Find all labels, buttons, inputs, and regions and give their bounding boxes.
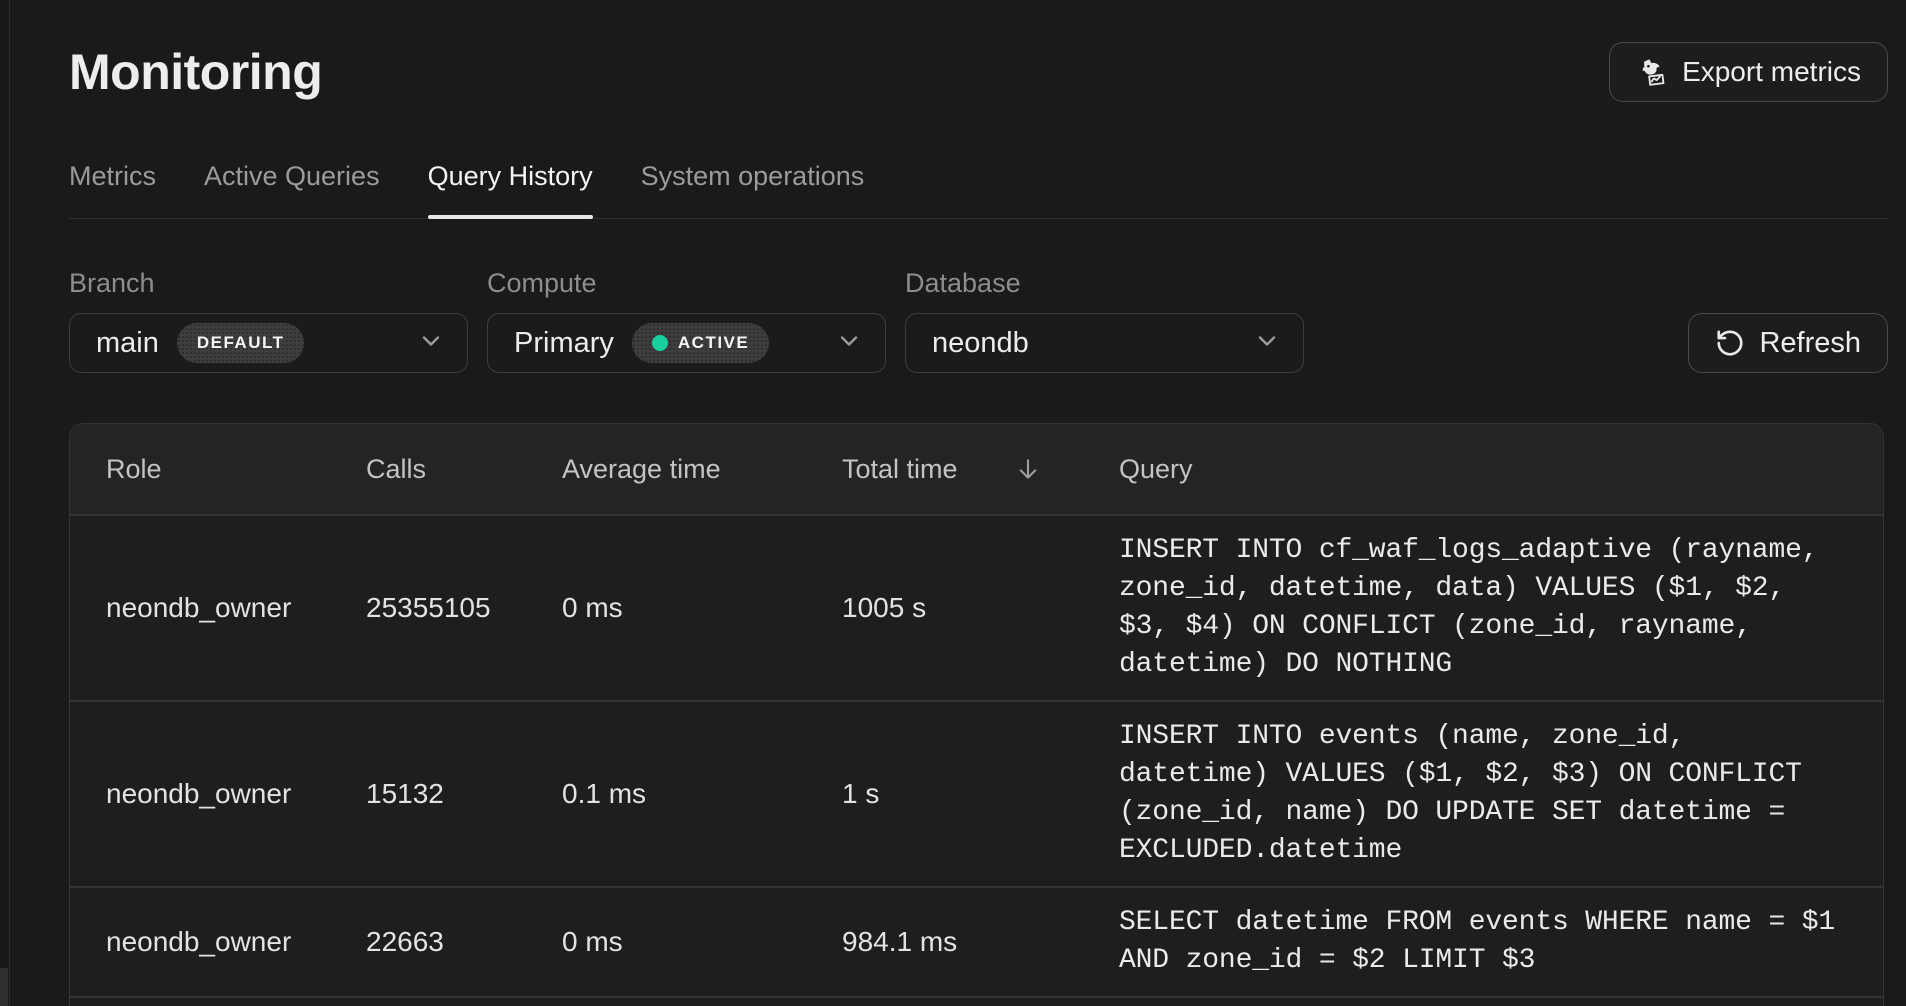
rail-scroll-thumb[interactable]: [0, 968, 8, 1006]
filter-bar: Branch main DEFAULT Compute Primary ACTI…: [69, 267, 1888, 373]
database-select[interactable]: neondb: [905, 313, 1304, 373]
monitoring-page: Monitoring Export metrics Metrics Active…: [10, 0, 1906, 1006]
status-dot: [652, 335, 668, 351]
database-value: neondb: [932, 327, 1029, 360]
cell-calls: 15132: [366, 778, 562, 810]
chevron-down-icon: [1253, 327, 1281, 360]
left-rail: [0, 0, 10, 1006]
cell-total-time: 1 s: [842, 778, 1119, 810]
compute-select[interactable]: Primary ACTIVE: [487, 313, 886, 373]
cell-role: neondb_owner: [106, 926, 366, 958]
tab-metrics[interactable]: Metrics: [69, 160, 156, 218]
branch-filter: Branch main DEFAULT: [69, 267, 468, 373]
database-label: Database: [905, 267, 1304, 299]
cell-average-time: 0.1 ms: [562, 778, 842, 810]
refresh-button[interactable]: Refresh: [1688, 313, 1888, 373]
database-filter: Database neondb: [905, 267, 1304, 373]
cell-average-time: 0 ms: [562, 592, 842, 624]
branch-label: Branch: [69, 267, 468, 299]
compute-value: Primary: [514, 327, 614, 360]
cell-calls: 22663: [366, 926, 562, 958]
chevron-down-icon: [417, 327, 445, 360]
query-history-table: Role Calls Average time Total time Query…: [69, 423, 1884, 1006]
refresh-wrap: Refresh: [1688, 313, 1888, 373]
tab-query-history[interactable]: Query History: [428, 160, 593, 218]
tab-system-operations[interactable]: System operations: [641, 160, 865, 218]
tab-active-queries[interactable]: Active Queries: [204, 160, 380, 218]
table-row[interactable]: neondb_owner 25355105 0 ms 1005 s INSERT…: [70, 514, 1883, 700]
refresh-icon: [1715, 328, 1745, 358]
cell-role: neondb_owner: [106, 778, 366, 810]
cell-query: INSERT INTO cf_waf_logs_adaptive (raynam…: [1119, 516, 1847, 700]
cell-query: INSERT INTO events (name, zone_id, datet…: [1119, 702, 1847, 886]
compute-filter: Compute Primary ACTIVE: [487, 267, 886, 373]
branch-select[interactable]: main DEFAULT: [69, 313, 468, 373]
chevron-down-icon: [835, 327, 863, 360]
table-row[interactable]: neondb_owner 15132 0.1 ms 1 s INSERT INT…: [70, 700, 1883, 886]
cell-query: SELECT datetime FROM events WHERE name =…: [1119, 888, 1847, 996]
export-metrics-label: Export metrics: [1682, 56, 1861, 88]
column-header-calls[interactable]: Calls: [366, 454, 562, 485]
column-header-total-time[interactable]: Total time: [842, 454, 1119, 485]
compute-label: Compute: [487, 267, 886, 299]
column-header-query[interactable]: Query: [1119, 454, 1847, 485]
datadog-icon: [1636, 56, 1668, 88]
export-metrics-button[interactable]: Export metrics: [1609, 42, 1888, 102]
table-row-partial: [70, 996, 1883, 1006]
cell-calls: 25355105: [366, 592, 562, 624]
cell-role: neondb_owner: [106, 592, 366, 624]
active-badge: ACTIVE: [632, 323, 769, 363]
column-header-role[interactable]: Role: [106, 454, 366, 485]
cell-average-time: 0 ms: [562, 926, 842, 958]
refresh-label: Refresh: [1759, 327, 1861, 360]
arrow-down-icon[interactable]: [1014, 455, 1042, 483]
column-header-average-time[interactable]: Average time: [562, 454, 842, 485]
cell-total-time: 984.1 ms: [842, 926, 1119, 958]
table-header-row: Role Calls Average time Total time Query: [70, 424, 1883, 514]
branch-value: main: [96, 327, 159, 360]
tab-bar: Metrics Active Queries Query History Sys…: [69, 160, 1888, 219]
page-title: Monitoring: [69, 42, 322, 102]
cell-total-time: 1005 s: [842, 592, 1119, 624]
page-header: Monitoring Export metrics: [69, 42, 1888, 102]
default-badge: DEFAULT: [177, 323, 305, 363]
table-row[interactable]: neondb_owner 22663 0 ms 984.1 ms SELECT …: [70, 886, 1883, 996]
